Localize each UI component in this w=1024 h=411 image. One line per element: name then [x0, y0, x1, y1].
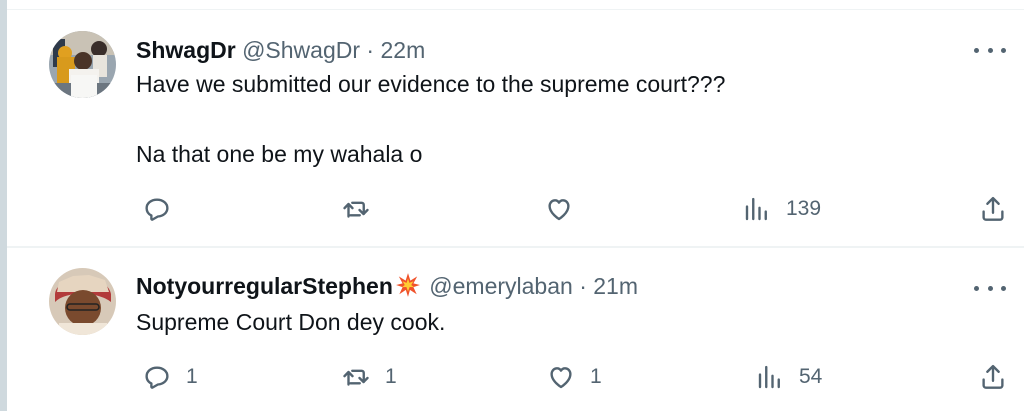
tweet-text-line: Na that one be my wahala o: [136, 141, 423, 167]
views-button[interactable]: 54: [755, 362, 822, 392]
more-icon[interactable]: [974, 280, 1006, 296]
reply-button[interactable]: [142, 194, 186, 224]
like-button[interactable]: [544, 194, 588, 224]
share-icon: [982, 196, 1004, 221]
separator: ·: [366, 37, 375, 63]
retweet-icon: [343, 369, 369, 386]
tweet-header: ShwagDr @ShwagDr · 22m: [136, 36, 425, 64]
retweet-count: 1: [385, 365, 397, 388]
tweet-text-line: Have we submitted our evidence to the su…: [136, 71, 726, 97]
views-icon: [758, 365, 780, 389]
views-button[interactable]: 139: [742, 194, 821, 224]
share-icon: [982, 364, 1004, 389]
tweet[interactable]: ShwagDr @ShwagDr · 22m Have we submitted…: [7, 10, 1024, 248]
like-count: 1: [590, 365, 602, 388]
reply-button[interactable]: 1: [142, 362, 198, 392]
more-icon[interactable]: [974, 42, 1006, 58]
views-count: 139: [786, 197, 822, 220]
action-bar: 139: [136, 194, 1004, 224]
avatar[interactable]: [49, 268, 116, 335]
thread-rail: [0, 0, 7, 411]
share-button[interactable]: [978, 194, 1008, 224]
tweet[interactable]: NotyourregularStephen @emerylaban · 21m …: [7, 248, 1024, 411]
tweet-header: NotyourregularStephen @emerylaban · 21m: [136, 272, 638, 304]
collision-emoji-icon: [395, 272, 421, 304]
timestamp[interactable]: 21m: [593, 273, 638, 299]
like-icon: [548, 199, 570, 221]
retweet-icon: [343, 201, 369, 218]
handle[interactable]: @ShwagDr: [242, 37, 360, 63]
retweet-button[interactable]: [341, 194, 385, 224]
reply-icon: [145, 366, 169, 389]
action-bar: 1 1 1 54: [136, 362, 1004, 392]
views-count: 54: [799, 365, 823, 388]
views-icon: [745, 197, 767, 221]
display-name[interactable]: NotyourregularStephen: [136, 273, 393, 299]
avatar[interactable]: [49, 31, 116, 98]
share-button[interactable]: [978, 362, 1008, 392]
reply-icon: [145, 198, 169, 221]
reply-count: 1: [186, 365, 198, 388]
timestamp[interactable]: 22m: [380, 37, 425, 63]
like-button[interactable]: 1: [546, 362, 602, 392]
handle[interactable]: @emerylaban: [429, 273, 573, 299]
retweet-button[interactable]: 1: [341, 362, 397, 392]
tweet-text-line: Supreme Court Don dey cook.: [136, 309, 446, 335]
separator: ·: [579, 273, 587, 299]
like-icon: [550, 367, 572, 389]
display-name[interactable]: ShwagDr: [136, 37, 236, 63]
